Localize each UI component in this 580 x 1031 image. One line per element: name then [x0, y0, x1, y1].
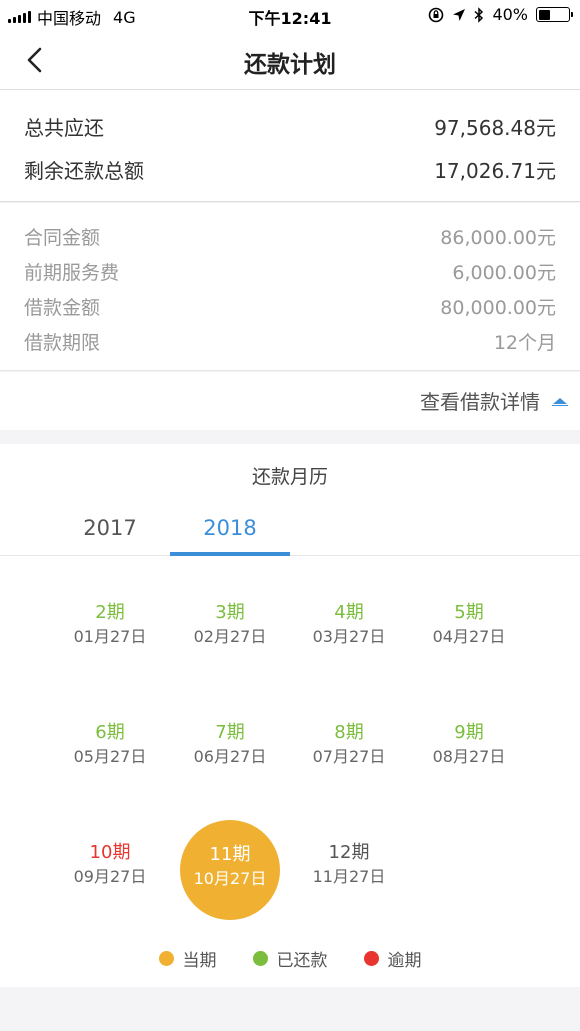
detail-value: 12个月	[493, 331, 556, 354]
calendar-legend: 当期 已还款 逾期	[0, 946, 580, 971]
legend-dot-current	[158, 951, 174, 966]
repayment-summary: 总共应还 97,568.48元 剩余还款总额 17,026.71元	[0, 90, 580, 202]
period-cell[interactable]: 10期 09月27日	[55, 842, 165, 888]
loan-details: 合同金额 86,000.00元 前期服务费 6,000.00元 借款金额 80,…	[0, 203, 580, 371]
period-date: 10月27日	[193, 869, 267, 888]
detail-value: 86,000.00元	[440, 226, 556, 249]
detail-label: 合同金额	[24, 226, 101, 249]
location-arrow-icon	[453, 8, 466, 21]
detail-label: 前期服务费	[24, 261, 120, 284]
period-cell-current[interactable]: 11期 10月27日	[180, 820, 280, 920]
caret-up-icon	[552, 397, 568, 406]
year-tabs: 2017 2018	[0, 504, 580, 556]
battery-percent: 40%	[492, 5, 528, 24]
legend-label: 已还款	[276, 951, 328, 971]
active-tab-indicator	[170, 552, 290, 556]
period-cell[interactable]: 7期 06月27日	[175, 722, 285, 768]
period-number: 4期	[334, 602, 364, 623]
battery-icon	[536, 7, 573, 22]
period-number: 12期	[328, 842, 370, 863]
period-date: 02月27日	[193, 627, 267, 646]
legend-dot-paid	[252, 951, 268, 966]
period-number: 2期	[95, 602, 125, 623]
period-number: 9期	[454, 722, 484, 743]
battery-fill	[538, 9, 551, 20]
period-cell[interactable]: 8期 07月27日	[294, 722, 404, 768]
remaining-label: 剩余还款总额	[24, 159, 144, 183]
detail-row: 前期服务费 6,000.00元	[24, 256, 556, 286]
period-cell[interactable]: 4期 03月27日	[294, 602, 404, 648]
tab-year-2017[interactable]: 2017	[50, 516, 170, 540]
legend-dot-overdue	[363, 951, 379, 966]
period-date: 11月27日	[312, 867, 386, 886]
detail-label: 借款期限	[24, 331, 101, 354]
legend-item: 已还款	[252, 946, 328, 971]
period-date: 08月27日	[432, 747, 506, 766]
detail-row: 合同金额 86,000.00元	[24, 221, 556, 251]
toggle-loan-details-button[interactable]: 查看借款详情	[420, 386, 568, 415]
bluetooth-icon	[474, 6, 484, 23]
period-cell[interactable]: 9期 08月27日	[414, 722, 524, 768]
page-title: 还款计划	[244, 52, 336, 78]
total-due-value: 97,568.48元	[434, 116, 556, 140]
legend-label: 逾期	[387, 951, 422, 971]
detail-row: 借款金额 80,000.00元	[24, 291, 556, 321]
remaining-row: 剩余还款总额 17,026.71元	[24, 155, 556, 184]
period-date: 06月27日	[193, 747, 267, 766]
legend-item: 当期	[158, 946, 217, 971]
remaining-value: 17,026.71元	[434, 159, 556, 183]
period-date: 09月27日	[73, 867, 147, 886]
period-number: 5期	[454, 602, 484, 623]
calendar-title: 还款月历	[251, 466, 328, 488]
status-bar: 中国移动 4G 下午12:41 40%	[0, 0, 580, 30]
period-date: 05月27日	[73, 747, 147, 766]
legend-item: 逾期	[363, 946, 422, 971]
period-date: 01月27日	[73, 627, 147, 646]
repayment-calendar: 还款月历 2017 2018 2期 01月27日 3期 02月27日 4期 03…	[0, 444, 580, 987]
period-number: 6期	[95, 722, 125, 743]
total-due-label: 总共应还	[24, 116, 104, 140]
period-cell[interactable]: 3期 02月27日	[175, 602, 285, 648]
period-number: 3期	[215, 602, 245, 623]
period-cell[interactable]: 12期 11月27日	[294, 842, 404, 888]
period-number: 11期	[209, 844, 251, 865]
status-right: 40%	[428, 5, 573, 24]
legend-label: 当期	[182, 951, 217, 971]
orientation-lock-icon	[429, 7, 444, 22]
toggle-label: 查看借款详情	[420, 390, 540, 414]
detail-value: 80,000.00元	[440, 296, 556, 319]
period-date: 07月27日	[312, 747, 386, 766]
period-number: 8期	[334, 722, 364, 743]
tab-year-2018[interactable]: 2018	[170, 516, 290, 540]
detail-value: 6,000.00元	[452, 261, 556, 284]
period-date: 04月27日	[432, 627, 506, 646]
detail-row: 借款期限 12个月	[24, 326, 556, 356]
period-cell[interactable]: 2期 01月27日	[55, 602, 165, 648]
period-cell[interactable]: 6期 05月27日	[55, 722, 165, 768]
detail-label: 借款金额	[24, 296, 101, 319]
nav-bar: 还款计划	[0, 30, 580, 90]
period-cell[interactable]: 5期 04月27日	[414, 602, 524, 648]
period-date: 03月27日	[312, 627, 386, 646]
period-number: 7期	[215, 722, 245, 743]
period-number: 10期	[89, 842, 131, 863]
total-due-row: 总共应还 97,568.48元	[24, 112, 556, 141]
bottom-spacer	[0, 987, 580, 1031]
toggle-row: 查看借款详情	[0, 372, 580, 430]
